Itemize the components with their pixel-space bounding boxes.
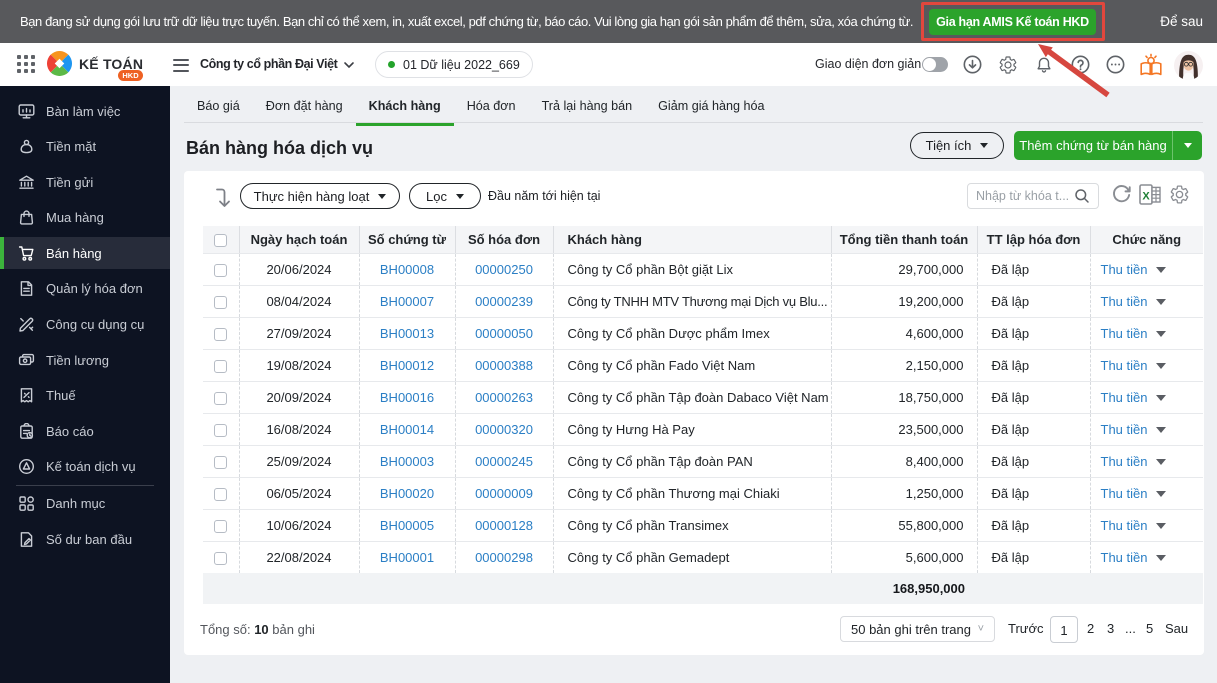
svg-text:X: X [1142, 191, 1150, 203]
